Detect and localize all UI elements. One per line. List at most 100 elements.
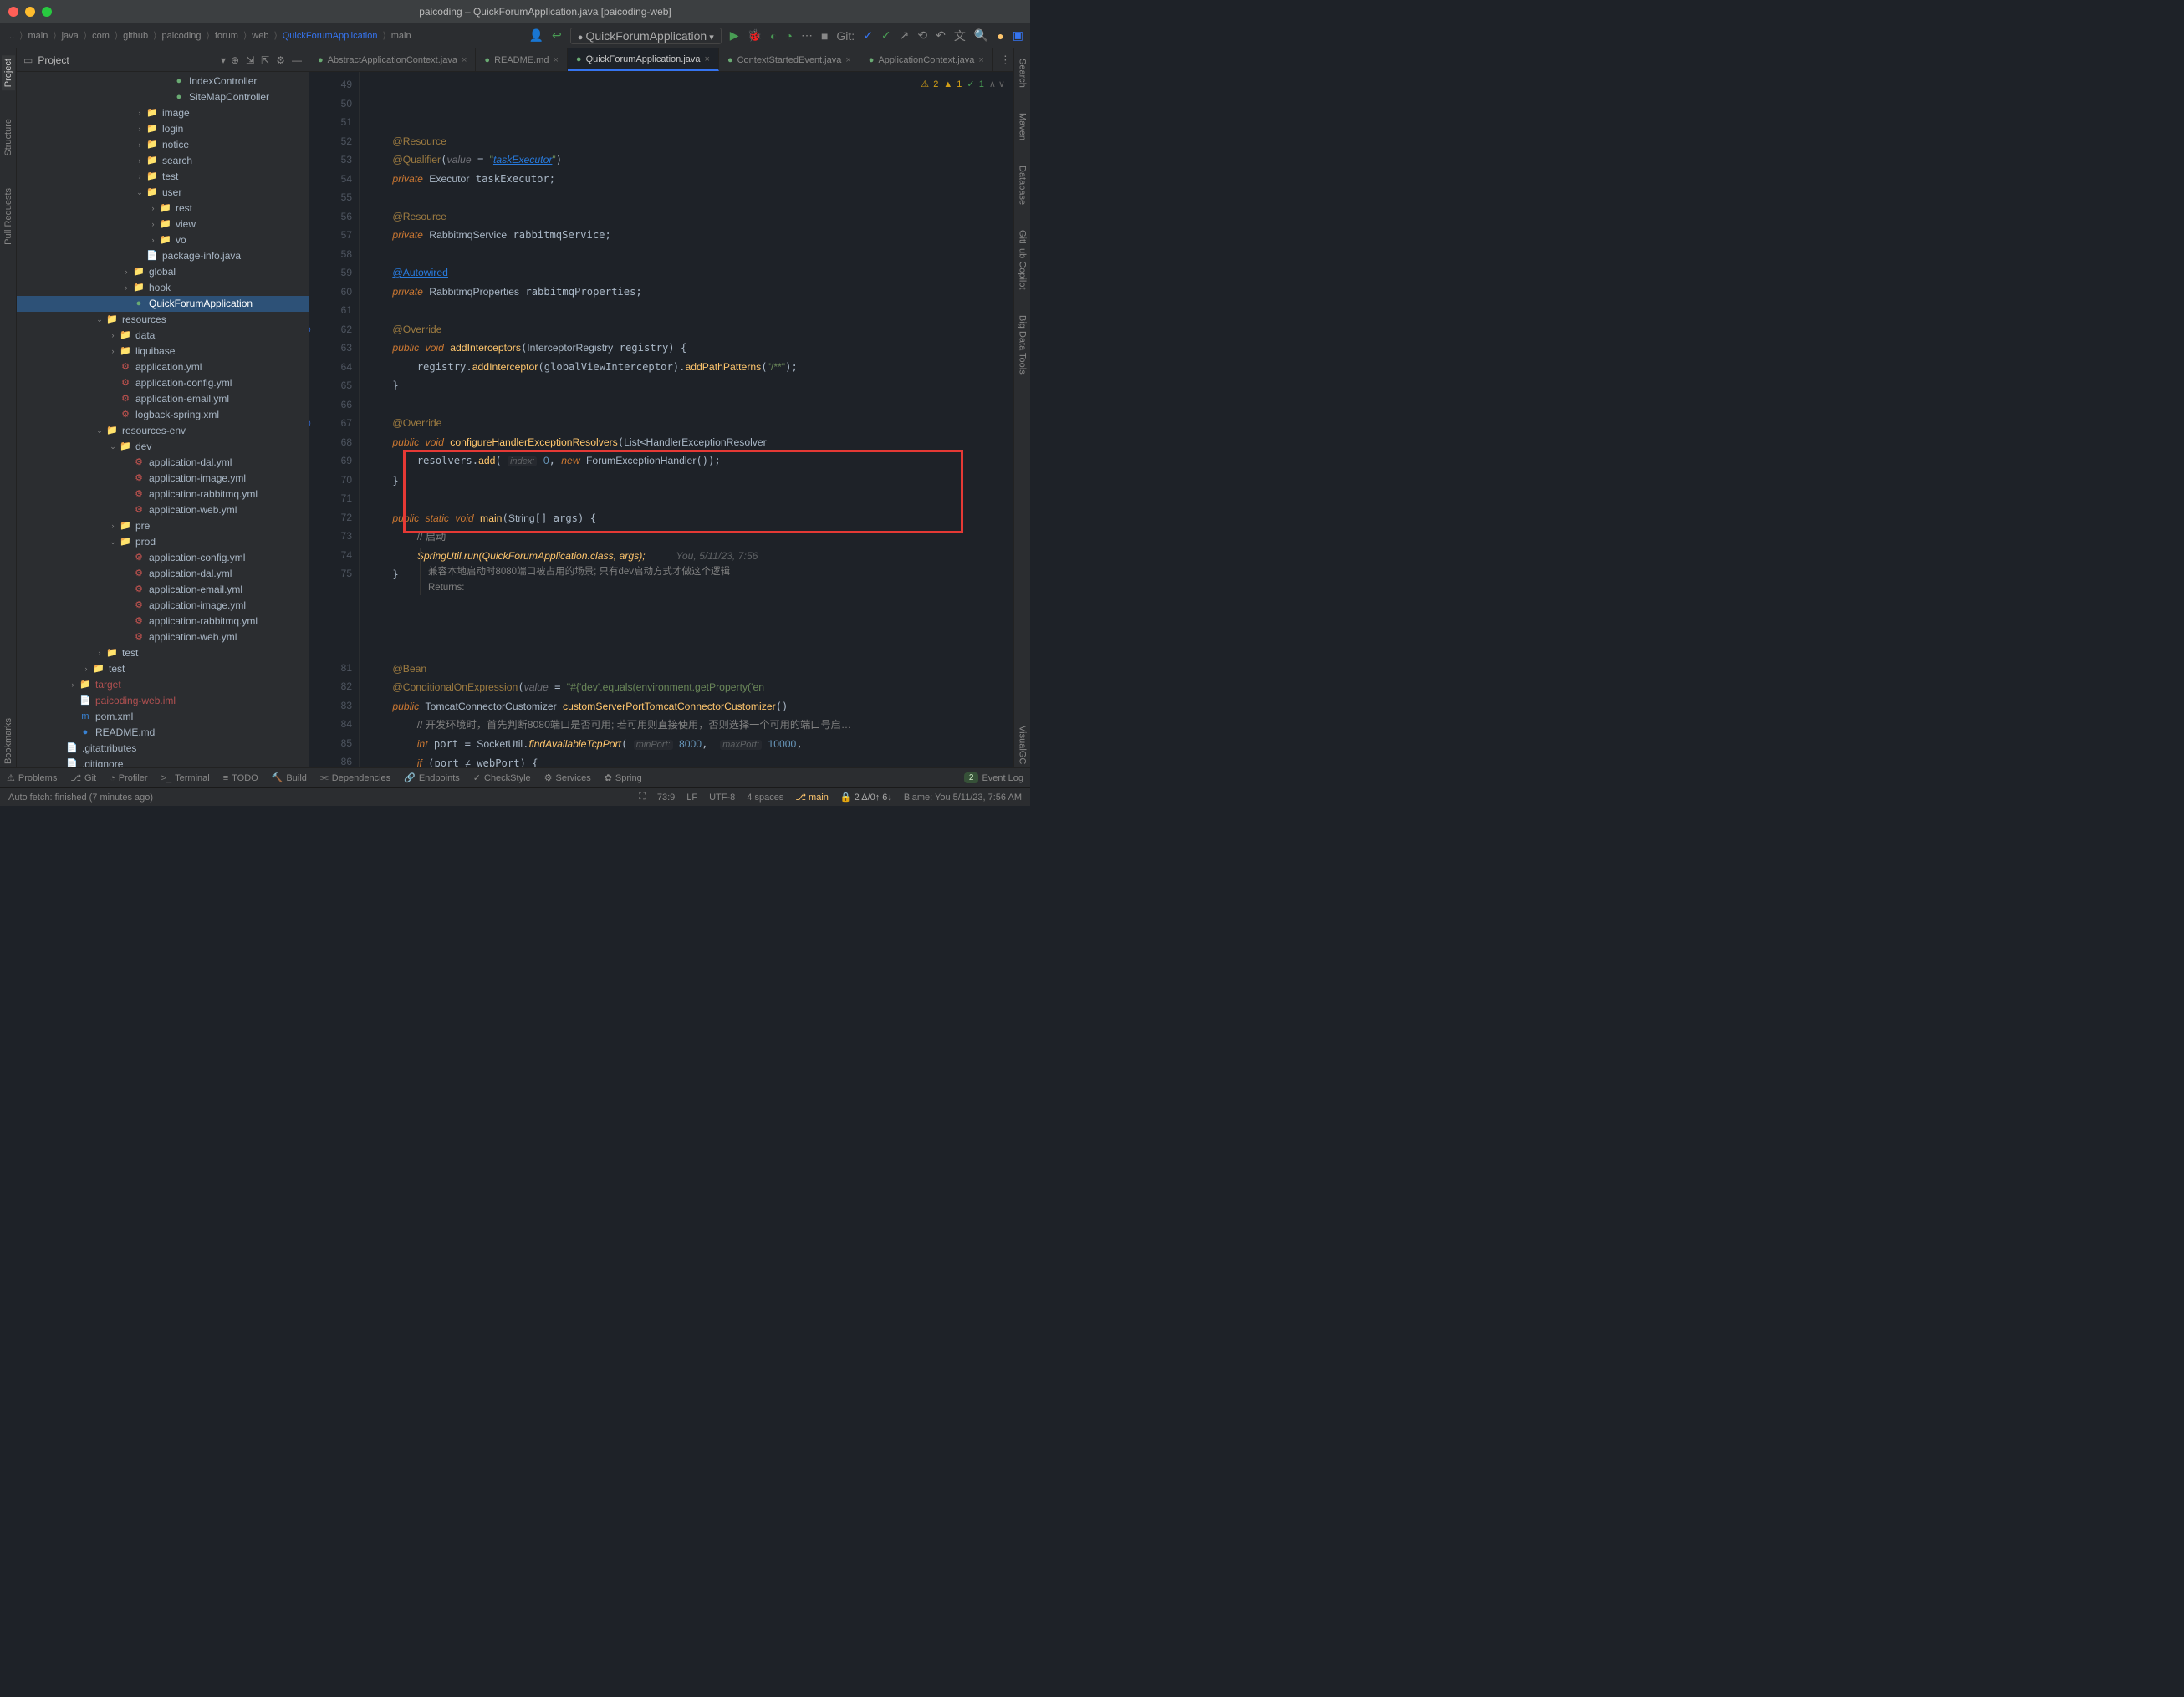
expand-all-icon[interactable]: ⇲ [246,54,254,66]
tree-item[interactable]: ›📁image [17,105,309,121]
tree-item[interactable]: ⚙logback-spring.xml [17,407,309,423]
tree-item[interactable]: 📄.gitignore [17,757,309,767]
tree-item[interactable]: ›📁global [17,264,309,280]
bottom-tool-profiler[interactable]: ◔Profiler [110,772,148,783]
more-tabs-icon[interactable]: ⋮ [993,54,1013,67]
breadcrumb-segment[interactable]: ... [7,31,14,41]
debug-icon[interactable]: 🐞 [748,28,762,43]
tree-item[interactable]: ⚙application-config.yml [17,550,309,566]
bottom-tool-git[interactable]: ⎇Git [70,772,96,783]
tree-item[interactable]: ›📁search [17,153,309,169]
tree-item[interactable]: ⌄📁prod [17,534,309,550]
tree-item[interactable]: ⚙application-web.yml [17,629,309,645]
file-encoding[interactable]: UTF-8 [709,792,735,803]
bottom-tool-dependencies[interactable]: ⫘Dependencies [320,772,390,783]
project-tree[interactable]: ●IndexController●SiteMapController›📁imag… [17,72,309,767]
indent-setting[interactable]: 4 spaces [747,792,783,803]
tool-tab-pull-requests[interactable]: Pull Requests [2,185,15,248]
memory-indicator[interactable]: ⛶ [639,792,646,803]
hide-panel-icon[interactable]: — [292,54,302,66]
tree-item[interactable]: ⚙application-email.yml [17,391,309,407]
attach-icon[interactable]: ⋯ [801,28,813,43]
tree-item[interactable]: ⚙application-dal.yml [17,455,309,471]
tool-tab-bookmarks[interactable]: Bookmarks [2,715,15,767]
tool-tab-copilot[interactable]: GitHub Copilot [1016,227,1029,293]
git-update-icon[interactable]: ✓ [863,28,873,43]
tree-item[interactable]: ⌄📁resources [17,312,309,328]
tree-item[interactable]: ⚙application-image.yml [17,471,309,487]
line-separator[interactable]: LF [686,792,697,803]
editor-tab[interactable]: ●AbstractApplicationContext.java× [309,48,476,71]
bottom-tool-todo[interactable]: ≡TODO [223,772,258,783]
tree-item[interactable]: ›📁hook [17,280,309,296]
git-history-icon[interactable]: ⟲ [917,28,927,43]
bottom-tool-terminal[interactable]: >_Terminal [161,772,210,783]
tree-item[interactable]: ›📁test [17,661,309,677]
tool-tab-bigdata[interactable]: Big Data Tools [1016,312,1029,378]
bottom-tool-checkstyle[interactable]: ✓CheckStyle [473,772,531,783]
zoom-window-icon[interactable] [42,7,52,17]
breadcrumb-segment[interactable]: main [391,31,411,41]
tree-item[interactable]: ⚙application-web.yml [17,502,309,518]
select-opened-icon[interactable]: ⊕ [231,54,239,66]
tool-tab-maven[interactable]: Maven [1016,110,1029,144]
tree-item[interactable]: 📄.gitattributes [17,741,309,757]
tree-item[interactable]: ⚙application-email.yml [17,582,309,598]
user-icon[interactable]: 👤 [529,28,543,43]
breadcrumb[interactable]: ... main java com github paicoding forum web Qui… [7,30,526,41]
git-commit-icon[interactable]: ✓ [881,28,891,43]
caret-position[interactable]: 73:9 [657,792,675,803]
breadcrumb-segment[interactable]: paicoding [161,31,201,41]
close-window-icon[interactable] [8,7,18,17]
tree-item[interactable]: 📄package-info.java [17,248,309,264]
git-push-icon[interactable]: ↗ [900,28,910,43]
tree-item[interactable]: ⌄📁user [17,185,309,201]
tree-item[interactable]: ●IndexController [17,74,309,89]
window-controls[interactable] [8,7,52,17]
tree-item[interactable]: ⌄📁resources-env [17,423,309,439]
search-everywhere-icon[interactable]: 🔍 [974,28,988,43]
settings-icon[interactable]: ▣ [1013,28,1023,43]
run-config-selector[interactable]: ● QuickForumApplication ▾ [570,28,722,44]
editor-tab[interactable]: ●ApplicationContext.java× [860,48,993,71]
tree-item[interactable]: ›📁notice [17,137,309,153]
tool-tab-database[interactable]: Database [1016,162,1029,208]
tree-item[interactable]: 📄paicoding-web.iml [17,693,309,709]
bottom-tool-build[interactable]: 🔨Build [272,772,307,783]
tree-item[interactable]: ›📁liquibase [17,344,309,359]
tree-item[interactable]: mpom.xml [17,709,309,725]
tree-item[interactable]: ⚙application.yml [17,359,309,375]
stop-icon[interactable]: ■ [821,29,828,43]
git-branch[interactable]: ⎇ main [795,792,829,803]
tree-item[interactable]: ⚙application-rabbitmq.yml [17,487,309,502]
bottom-tool-problems[interactable]: ⚠Problems [7,772,57,783]
tree-item[interactable]: ›📁view [17,217,309,232]
breadcrumb-segment[interactable]: com [92,31,110,41]
tree-item[interactable]: ●SiteMapController [17,89,309,105]
tree-item[interactable]: ›📁vo [17,232,309,248]
editor-tab[interactable]: ●README.md× [476,48,568,71]
blame-annotation[interactable]: Blame: You 5/11/23, 7:56 AM [904,792,1022,803]
breadcrumb-segment[interactable]: QuickForumApplication [283,31,378,41]
tree-item[interactable]: ⌄📁dev [17,439,309,455]
tree-item[interactable]: ●QuickForumApplication [17,296,309,312]
bottom-tool-endpoints[interactable]: 🔗Endpoints [404,772,460,783]
tool-tab-visualgc[interactable]: VisualGC [1016,722,1029,767]
editor-tab[interactable]: ●ContextStartedEvent.java× [719,48,860,71]
code-area[interactable]: ⚠ 2 ▲ 1 ✓ 1 ∧ ∨ @Resource @Qualifier(val… [360,72,1013,767]
tree-item[interactable]: ›📁test [17,645,309,661]
breadcrumb-segment[interactable]: web [252,31,268,41]
breadcrumb-segment[interactable]: forum [215,31,238,41]
tree-item[interactable]: ›📁data [17,328,309,344]
tool-tab-structure[interactable]: Structure [2,115,15,160]
coverage-icon[interactable]: ◐ [770,29,777,43]
tree-item[interactable]: ⚙application-config.yml [17,375,309,391]
breadcrumb-segment[interactable]: java [62,31,79,41]
tree-item[interactable]: ⚙application-dal.yml [17,566,309,582]
panel-settings-icon[interactable]: ⚙ [276,54,285,66]
minimize-window-icon[interactable] [25,7,35,17]
breadcrumb-segment[interactable]: github [123,31,148,41]
tool-tab-project[interactable]: Project [2,55,15,90]
breadcrumb-segment[interactable]: main [28,31,48,41]
tree-item[interactable]: ●README.md [17,725,309,741]
